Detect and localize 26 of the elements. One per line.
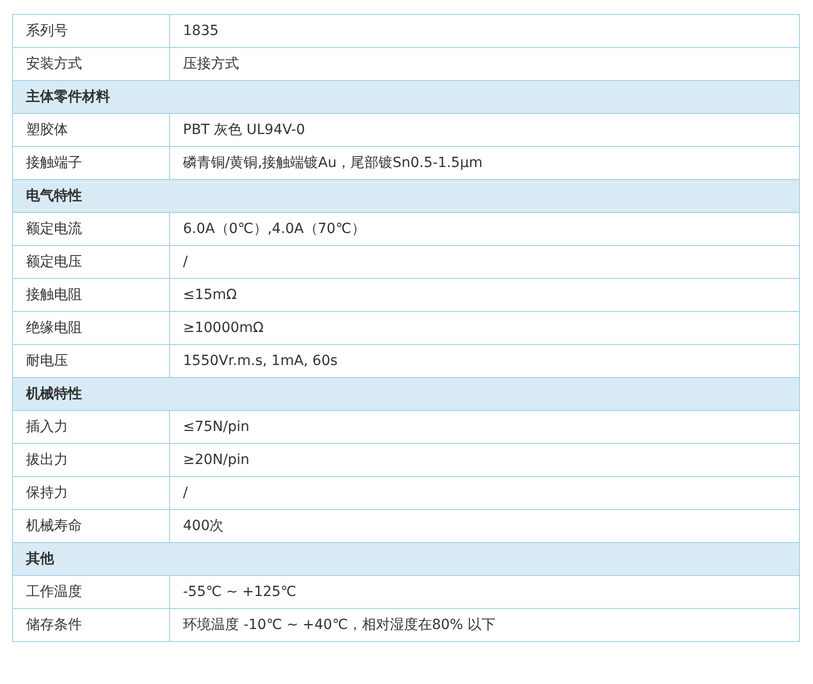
table-cell: 额定电压 <box>12 246 170 278</box>
table-cell: ≥20N/pin <box>170 444 800 476</box>
table-cell: 塑胶体 <box>12 114 170 146</box>
table-cell: / <box>170 246 800 278</box>
table-cell: ≤15mΩ <box>170 278 800 312</box>
section-header: 电气特性 <box>12 180 800 212</box>
section-header: 主体零件材料 <box>12 80 800 114</box>
table-cell: 拔出力 <box>12 444 170 476</box>
table-cell: 保持力 <box>12 476 170 510</box>
table-cell: 环境温度 -10℃ ~ +40℃，相对湿度在80% 以下 <box>170 608 800 642</box>
table-cell: PBT 灰色 UL94V-0 <box>170 114 800 146</box>
table-cell: ≥10000mΩ <box>170 312 800 344</box>
table-cell: -55℃ ~ +125℃ <box>170 576 800 608</box>
table-cell: 6.0A（0℃）,4.0A（70℃） <box>170 212 800 246</box>
table-cell: 系列号 <box>12 14 170 48</box>
table-cell: 储存条件 <box>12 608 170 642</box>
table-cell: 插入力 <box>12 410 170 444</box>
table-cell: 接触电阻 <box>12 278 170 312</box>
table-cell: 额定电流 <box>12 212 170 246</box>
table-cell: 绝缘电阻 <box>12 312 170 344</box>
table-cell: ≤75N/pin <box>170 410 800 444</box>
table-cell: 工作温度 <box>12 576 170 608</box>
section-header: 其他 <box>12 542 800 576</box>
table-cell: 1835 <box>170 14 800 48</box>
section-header: 机械特性 <box>12 378 800 410</box>
table-cell: / <box>170 476 800 510</box>
